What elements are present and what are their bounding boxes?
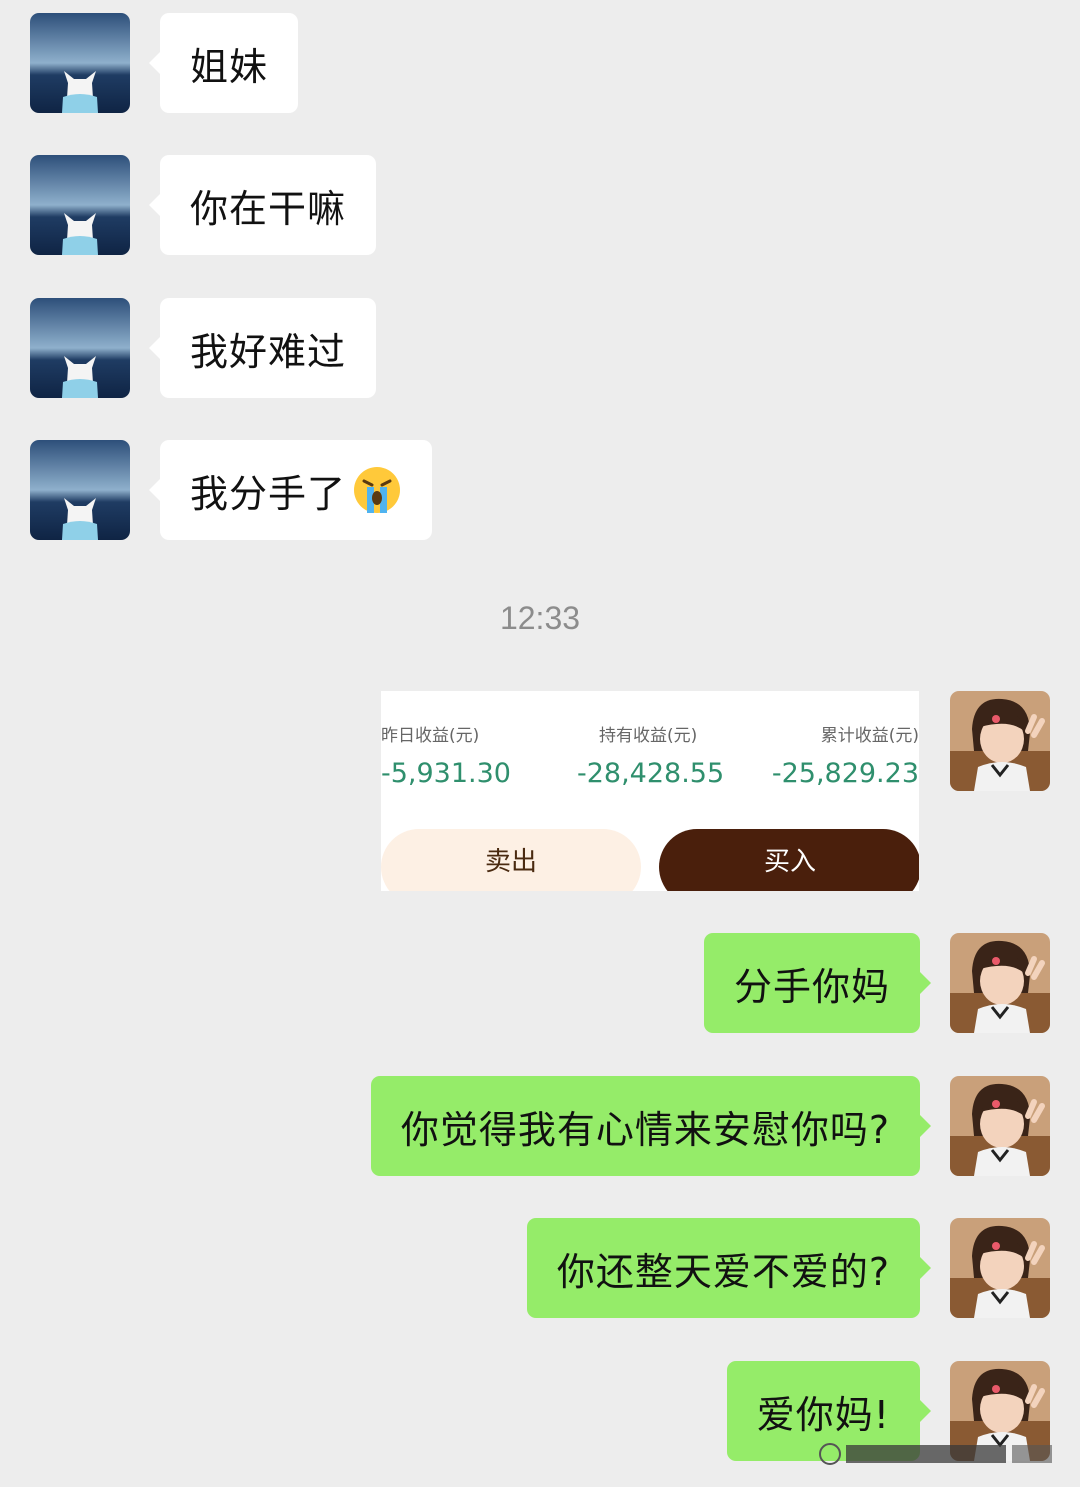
chat-timestamp: 12:33 bbox=[499, 600, 581, 636]
buy-button[interactable]: 买入 bbox=[659, 829, 919, 891]
message-text: 你在干嘛 bbox=[190, 186, 347, 231]
incoming-message[interactable]: 我分手了 bbox=[148, 440, 433, 540]
fund-screenshot-image[interactable]: 昨日收益(元) -5,931.30 持有收益(元) -28,428.55 累计收… bbox=[381, 691, 919, 891]
loudly-crying-face-icon bbox=[352, 465, 402, 515]
message-text: 我好难过 bbox=[190, 329, 347, 374]
my-avatar[interactable] bbox=[950, 1076, 1050, 1176]
my-avatar[interactable] bbox=[950, 691, 1050, 791]
message-text: 分手你妈 bbox=[733, 964, 890, 1009]
contact-avatar[interactable] bbox=[30, 155, 130, 255]
incoming-message[interactable]: 姐妹 bbox=[148, 13, 299, 113]
contact-avatar[interactable] bbox=[30, 13, 130, 113]
stat-value: -25,829.23 bbox=[771, 758, 919, 789]
stat-label: 持有收益(元) bbox=[599, 726, 698, 746]
message-text: 姐妹 bbox=[190, 44, 269, 89]
contact-avatar[interactable] bbox=[30, 440, 130, 540]
cumulative-earnings: 累计收益(元) -25,829.23 bbox=[772, 721, 919, 789]
outgoing-message[interactable]: 你还整天爱不爱的? bbox=[526, 1218, 932, 1318]
sell-button[interactable]: 卖出 bbox=[381, 829, 641, 891]
my-avatar[interactable] bbox=[950, 933, 1050, 1033]
holding-earnings: 持有收益(元) -28,428.55 bbox=[577, 721, 727, 789]
watermark bbox=[818, 1439, 1058, 1469]
outgoing-message[interactable]: 分手你妈 bbox=[703, 933, 932, 1033]
message-text: 爱你妈! bbox=[756, 1392, 890, 1437]
my-avatar[interactable] bbox=[950, 1218, 1050, 1318]
yesterday-earnings: 昨日收益(元) -5,931.30 bbox=[381, 721, 511, 789]
stat-label: 昨日收益(元) bbox=[381, 726, 480, 746]
stat-label: 累计收益(元) bbox=[820, 726, 919, 746]
incoming-message[interactable]: 我好难过 bbox=[148, 298, 377, 398]
message-text: 你觉得我有心情来安慰你吗? bbox=[400, 1107, 890, 1152]
outgoing-message[interactable]: 你觉得我有心情来安慰你吗? bbox=[370, 1076, 932, 1176]
incoming-message[interactable]: 你在干嘛 bbox=[148, 155, 377, 255]
message-text: 我分手了 bbox=[190, 471, 347, 516]
contact-avatar[interactable] bbox=[30, 298, 130, 398]
message-text: 你还整天爱不爱的? bbox=[556, 1249, 890, 1294]
stat-value: -5,931.30 bbox=[381, 758, 511, 789]
stat-value: -28,428.55 bbox=[577, 758, 725, 789]
